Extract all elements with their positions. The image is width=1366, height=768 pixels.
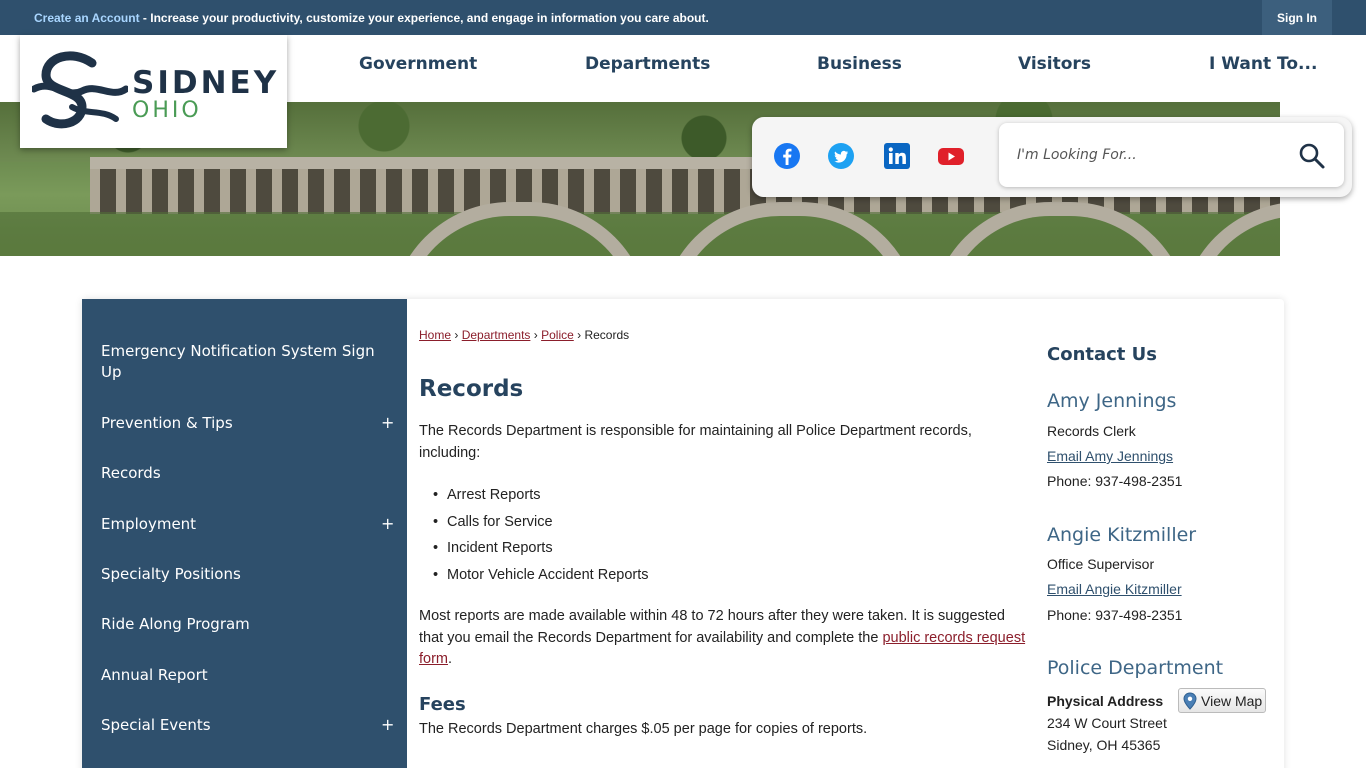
- breadcrumb-current: Records: [584, 328, 630, 342]
- list-item: Arrest Reports: [433, 485, 649, 512]
- sidebar-item-records[interactable]: Records: [101, 463, 391, 484]
- list-item: Motor Vehicle Accident Reports: [433, 565, 648, 592]
- linkedin-icon[interactable]: [883, 142, 911, 170]
- breadcrumb: Home › Departments › Police › Records: [419, 328, 629, 342]
- contact-role: Records Clerk: [1047, 423, 1136, 439]
- top-utility-bar: Create an Account - Increase your produc…: [0, 0, 1366, 35]
- email-angie-kitzmiller-link[interactable]: Email Angie Kitzmiller: [1047, 581, 1182, 597]
- list-item: Incident Reports: [433, 538, 649, 565]
- intro-paragraph: The Records Department is responsible fo…: [419, 423, 972, 461]
- breadcrumb-separator: ›: [454, 328, 459, 342]
- page-title: Records: [419, 376, 524, 402]
- contact-role: Office Supervisor: [1047, 556, 1155, 572]
- logo-wordmark-ohio: OHIO: [132, 98, 202, 123]
- breadcrumb-departments-link[interactable]: Departments: [462, 328, 531, 342]
- site-search: [999, 123, 1344, 187]
- fees-heading: Fees: [419, 694, 466, 715]
- search-input[interactable]: [1017, 143, 1277, 167]
- account-promo: Create an Account - Increase your produc…: [34, 11, 709, 25]
- site-logo[interactable]: SIDNEY OHIO: [20, 35, 287, 148]
- sidebar-item-prevention-tips[interactable]: Prevention & Tips: [101, 413, 391, 434]
- breadcrumb-separator: ›: [533, 328, 538, 342]
- logo-wordmark-sidney: SIDNEY: [132, 65, 280, 101]
- sign-in-button[interactable]: Sign In: [1262, 0, 1332, 35]
- records-list: Arrest Reports Calls for Service Inciden…: [433, 485, 649, 592]
- address-label-text: Physical Address: [1047, 693, 1164, 709]
- city-address: Sidney, OH 45365: [1047, 737, 1161, 753]
- list-item: Calls for Service: [433, 512, 649, 539]
- nav-business[interactable]: Business: [817, 54, 902, 74]
- expand-special-events-button[interactable]: +: [381, 715, 394, 734]
- sidebar-item-emergency-notification[interactable]: Emergency Notification System Sign Up: [101, 341, 381, 383]
- search-icon[interactable]: [1297, 141, 1327, 171]
- twitter-icon[interactable]: [827, 142, 855, 170]
- breadcrumb-police-link[interactable]: Police: [541, 328, 574, 342]
- department-name: Police Department: [1047, 657, 1224, 679]
- facebook-icon[interactable]: [773, 142, 801, 170]
- nav-departments[interactable]: Departments: [585, 54, 710, 74]
- fees-paragraph: The Records Department charges $.05 per …: [419, 721, 868, 737]
- contact-email: Email Angie Kitzmiller: [1047, 581, 1182, 597]
- sidebar-item-annual-report[interactable]: Annual Report: [101, 665, 391, 686]
- sidebar-item-employment[interactable]: Employment: [101, 514, 391, 535]
- create-account-link[interactable]: Create an Account: [34, 11, 140, 25]
- view-map-label: View Map: [1201, 692, 1263, 709]
- breadcrumb-separator: ›: [577, 328, 582, 342]
- sidebar-item-ride-along[interactable]: Ride Along Program: [101, 614, 391, 635]
- breadcrumb-home-link[interactable]: Home: [419, 328, 451, 342]
- contact-phone: Phone: 937-498-2351: [1047, 473, 1183, 489]
- nav-i-want-to[interactable]: I Want To...: [1209, 54, 1317, 74]
- availability-end: .: [448, 651, 453, 667]
- view-map-button[interactable]: View Map: [1178, 688, 1266, 713]
- map-pin-icon: [1183, 691, 1197, 710]
- email-amy-jennings-link[interactable]: Email Amy Jennings: [1047, 448, 1173, 464]
- nav-government[interactable]: Government: [359, 54, 477, 74]
- sidebar-item-special-events[interactable]: Special Events: [101, 715, 391, 736]
- contact-email: Email Amy Jennings: [1047, 448, 1173, 464]
- contact-phone: Phone: 937-498-2351: [1047, 607, 1183, 623]
- expand-employment-button[interactable]: +: [381, 514, 394, 533]
- nav-visitors[interactable]: Visitors: [1018, 54, 1091, 74]
- expand-prevention-tips-button[interactable]: +: [381, 413, 394, 432]
- youtube-icon[interactable]: [937, 142, 965, 170]
- account-promo-text: - Increase your productivity, customize …: [139, 11, 709, 25]
- street-address: 234 W Court Street: [1047, 715, 1167, 731]
- contact-name: Amy Jennings: [1047, 390, 1177, 412]
- contact-name: Angie Kitzmiller: [1047, 524, 1197, 546]
- contact-heading: Contact Us: [1047, 344, 1158, 365]
- address-label: Physical Address: [1047, 693, 1163, 709]
- sidebar-item-specialty-positions[interactable]: Specialty Positions: [101, 564, 391, 585]
- sidney-s-logo-icon: [32, 51, 128, 129]
- availability-paragraph: Most reports are made available within 4…: [419, 606, 1029, 671]
